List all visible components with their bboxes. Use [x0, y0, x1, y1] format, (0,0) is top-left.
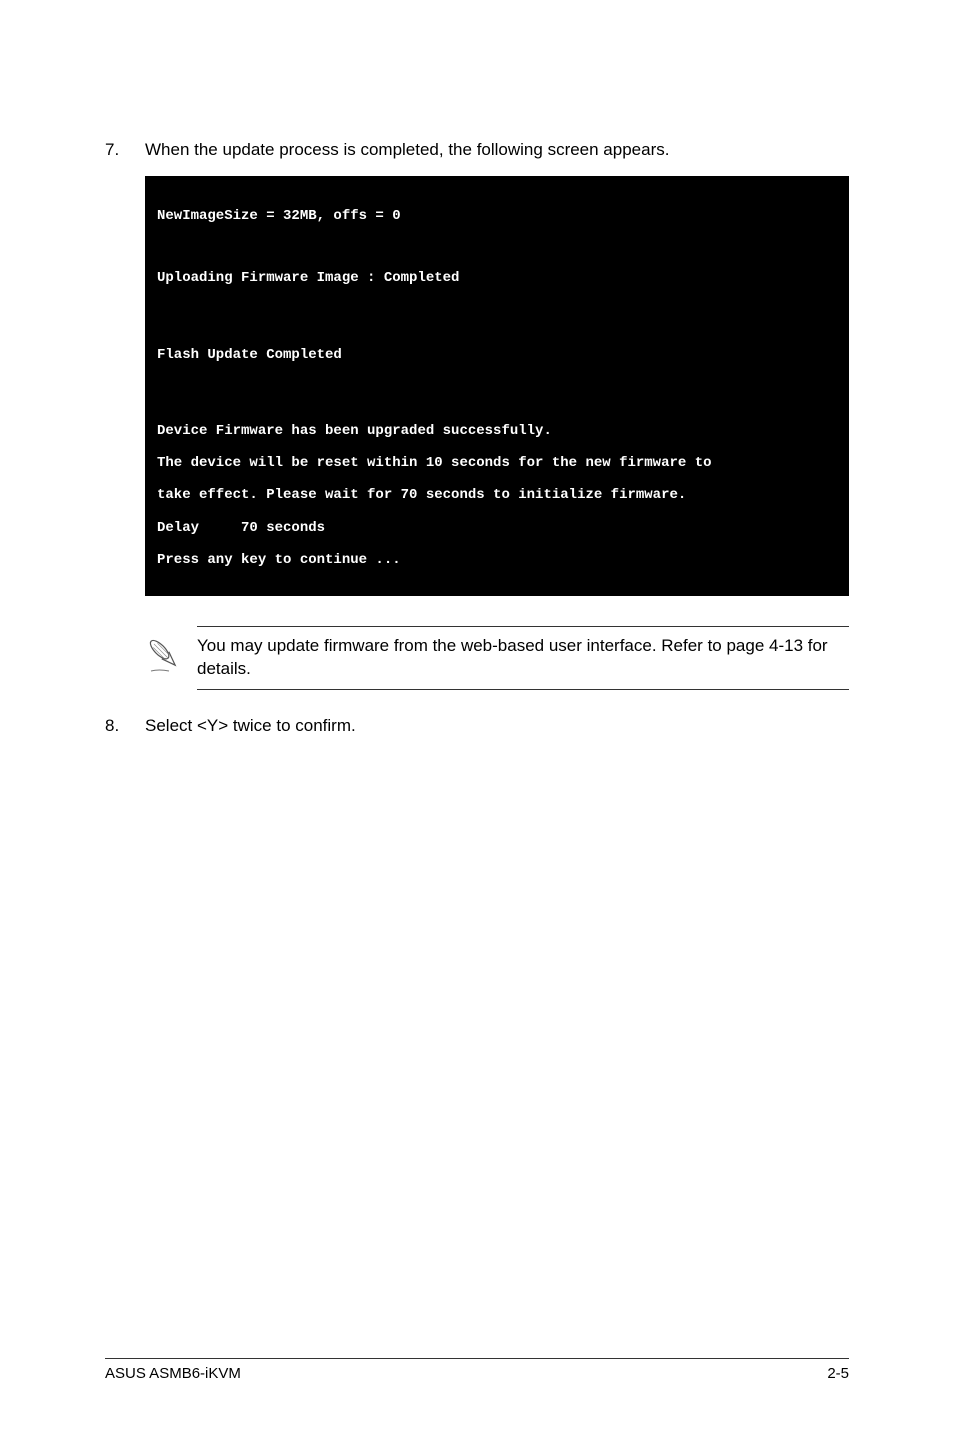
- note-section: You may update firmware from the web-bas…: [145, 626, 849, 690]
- terminal-line: Press any key to continue ...: [157, 552, 837, 568]
- step-number-7: 7.: [105, 140, 145, 160]
- step-text-7: When the update process is completed, th…: [145, 140, 849, 160]
- terminal-line: The device will be reset within 10 secon…: [157, 455, 837, 471]
- divider: [197, 689, 849, 690]
- step-7: 7. When the update process is completed,…: [105, 140, 849, 160]
- page-footer: ASUS ASMB6-iKVM 2-5: [105, 1358, 849, 1382]
- terminal-line: NewImageSize = 32MB, offs = 0: [157, 208, 837, 224]
- footer-left: ASUS ASMB6-iKVM: [105, 1365, 241, 1382]
- step-text-8: Select <Y> twice to confirm.: [145, 716, 849, 736]
- terminal-line: take effect. Please wait for 70 seconds …: [157, 487, 837, 503]
- terminal-line: Device Firmware has been upgraded succes…: [157, 423, 837, 439]
- step-number-8: 8.: [105, 716, 145, 736]
- terminal-line: Flash Update Completed: [157, 347, 837, 363]
- note-text: You may update firmware from the web-bas…: [197, 635, 849, 681]
- pencil-icon: [145, 635, 197, 677]
- terminal-output: NewImageSize = 32MB, offs = 0 Uploading …: [145, 176, 849, 596]
- terminal-line: Uploading Firmware Image : Completed: [157, 270, 837, 286]
- footer-page-number: 2-5: [827, 1365, 849, 1382]
- terminal-line: Delay 70 seconds: [157, 520, 837, 536]
- divider: [105, 1358, 849, 1359]
- step-8: 8. Select <Y> twice to confirm.: [105, 716, 849, 736]
